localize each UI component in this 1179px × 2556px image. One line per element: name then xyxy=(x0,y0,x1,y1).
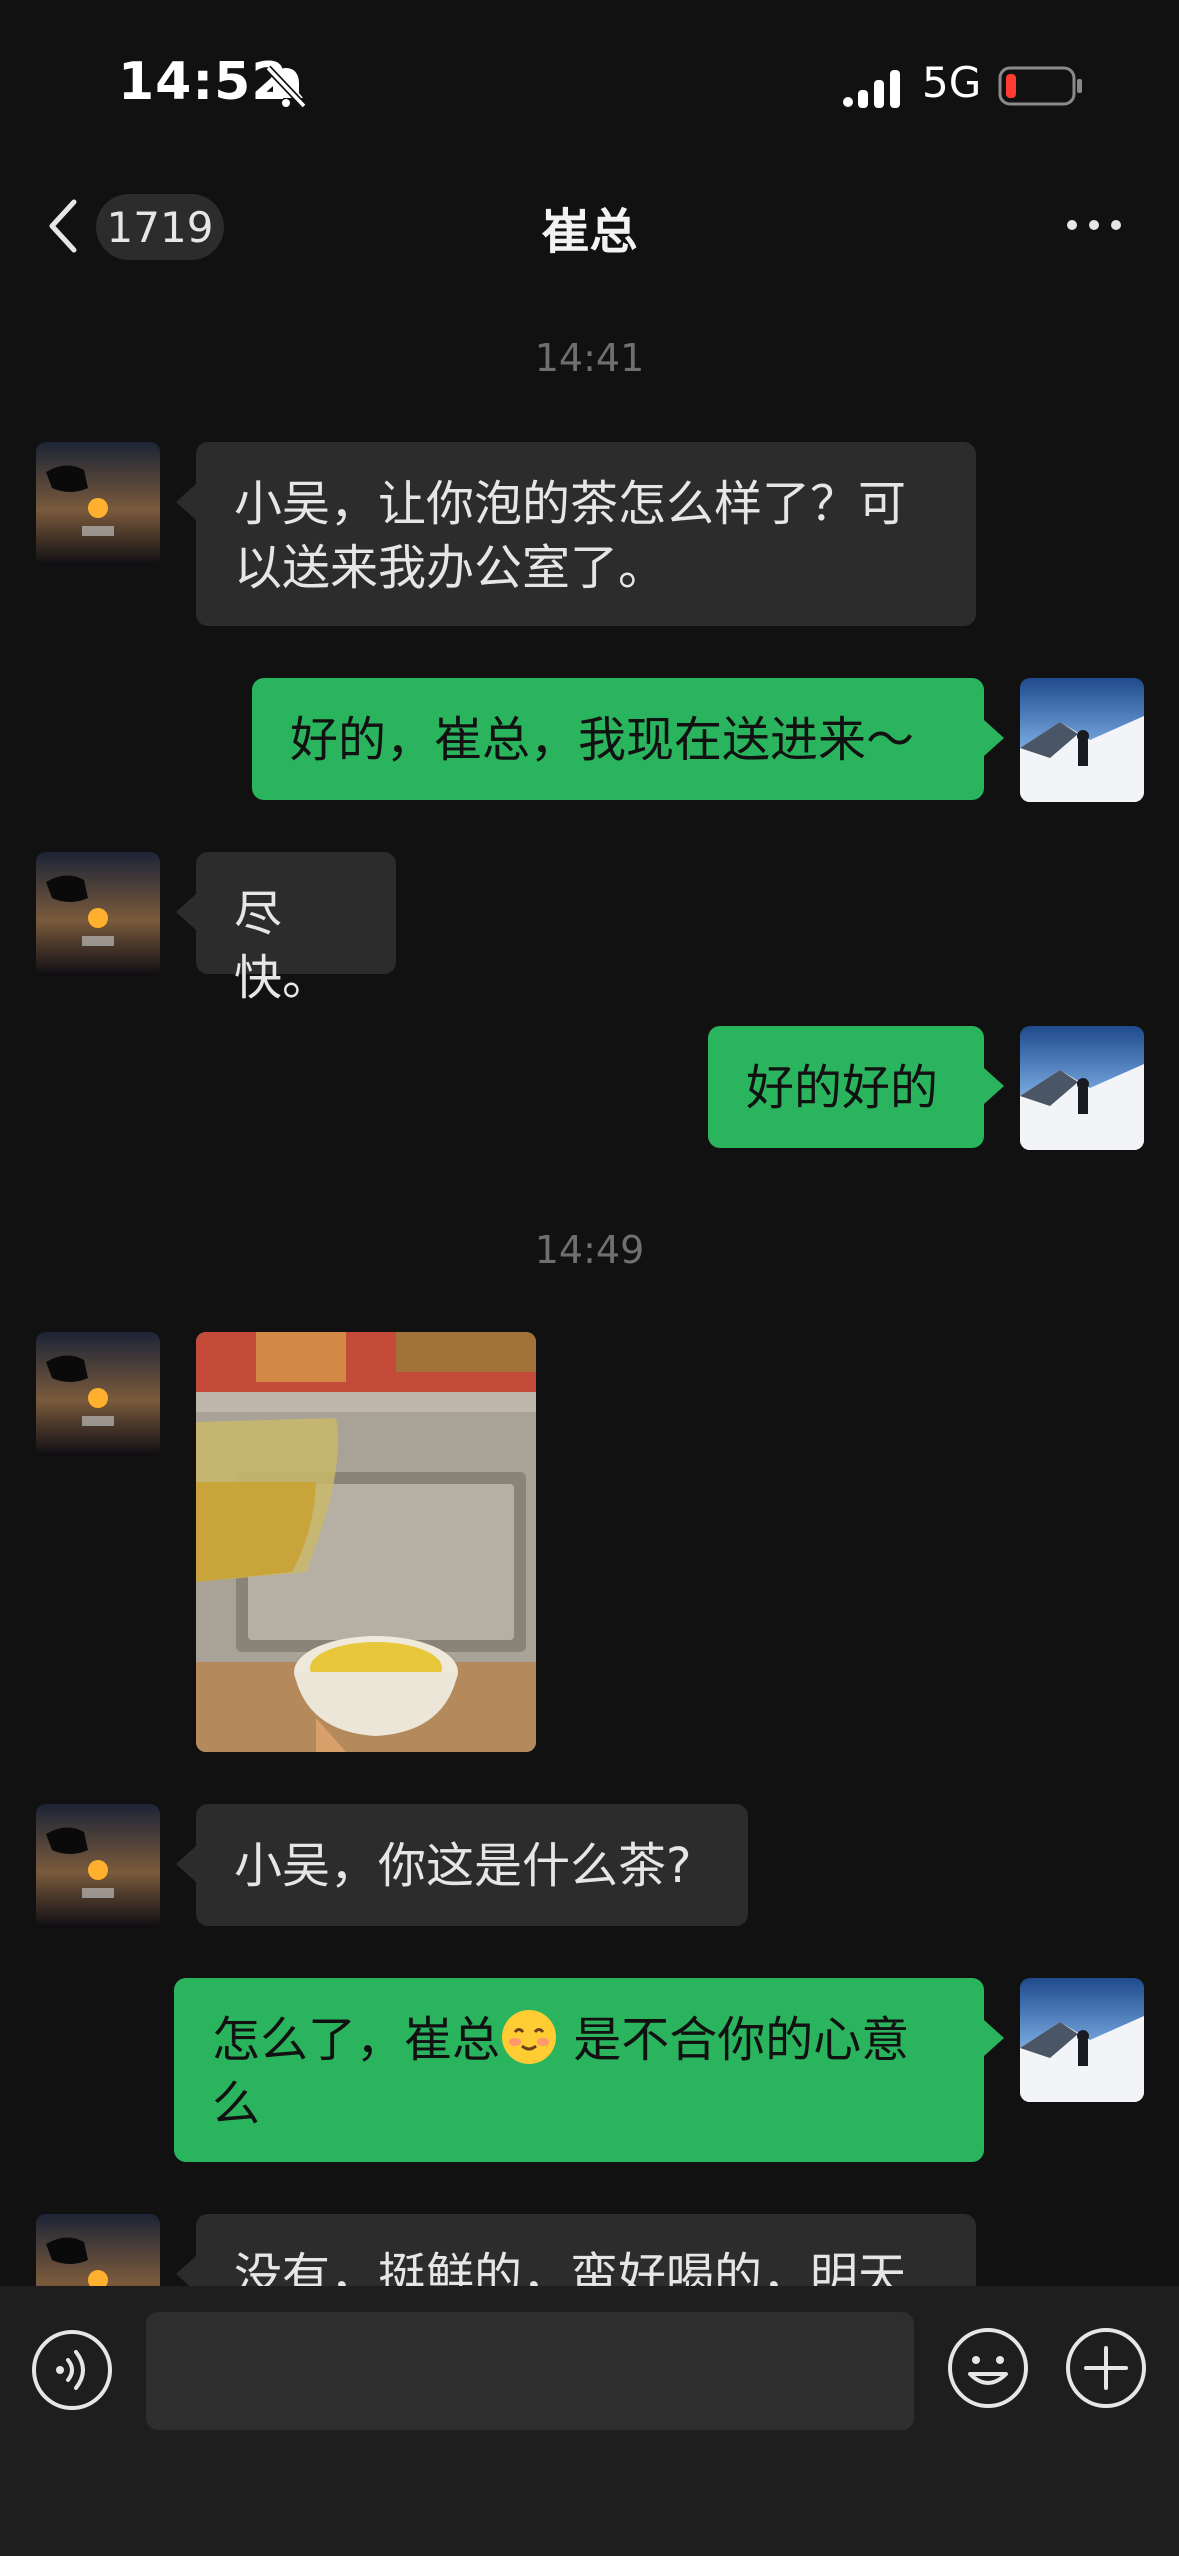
my-avatar[interactable] xyxy=(1020,1026,1144,1150)
battery-icon xyxy=(998,66,1082,106)
contact-avatar[interactable] xyxy=(36,1804,160,1928)
emoji-icon[interactable] xyxy=(946,2326,1030,2410)
blushing-face-emoji-icon xyxy=(502,2010,557,2064)
message-bubble-incoming[interactable]: 小吴，你这是什么茶? xyxy=(176,1804,748,1926)
bell-muted-icon xyxy=(265,65,307,109)
message-input[interactable] xyxy=(146,2312,914,2430)
contact-avatar[interactable] xyxy=(36,442,160,566)
my-avatar[interactable] xyxy=(1020,678,1144,802)
message-bubble-incoming[interactable]: 尽快。 xyxy=(176,852,396,1006)
message-text: 好的好的 xyxy=(746,1060,939,1116)
unread-count-badge[interactable]: 1719 xyxy=(96,194,224,260)
status-bar: 14:52 5G xyxy=(0,0,1179,170)
message-text: 好的，崔总，我现在送进来～ xyxy=(290,712,915,768)
my-avatar[interactable] xyxy=(1020,1978,1144,2102)
message-text: 怎么了，崔总 xyxy=(212,2012,501,2068)
message-bubble-outgoing[interactable]: 好的好的 xyxy=(708,1026,1004,1148)
chat-header: 崔总 1719 xyxy=(0,170,1179,290)
timestamp: 14:49 xyxy=(534,1228,645,1272)
timestamp: 14:41 xyxy=(534,336,645,380)
message-bubble-outgoing[interactable]: 好的，崔总，我现在送进来～ xyxy=(252,678,1004,800)
message-bubble-outgoing[interactable]: 怎么了，崔总 是不合你的心意么 xyxy=(174,1978,1004,2162)
message-text: 小吴，让你泡的茶怎么样了？可以送来我办公室了。 xyxy=(234,476,907,596)
message-text: 小吴，你这是什么茶? xyxy=(234,1838,692,1894)
network-label: 5G xyxy=(922,58,982,107)
signal-icon xyxy=(843,70,900,108)
message-text: 尽快。 xyxy=(234,886,331,1006)
plus-icon[interactable] xyxy=(1064,2326,1148,2410)
message-bubble-incoming[interactable]: 小吴，让你泡的茶怎么样了？可以送来我办公室了。 xyxy=(176,442,976,626)
input-bar xyxy=(0,2286,1179,2556)
contact-avatar[interactable] xyxy=(36,852,160,976)
voice-input-icon[interactable] xyxy=(30,2328,114,2412)
chat-screen: 14:52 5G 崔总 1719 14:41 小吴，让你泡的茶怎么样了？可以送来… xyxy=(0,0,1179,2556)
more-icon[interactable] xyxy=(1062,210,1126,240)
contact-avatar[interactable] xyxy=(36,1332,160,1456)
tea-photo-message[interactable] xyxy=(196,1332,536,1752)
back-chevron-icon[interactable] xyxy=(44,196,84,256)
